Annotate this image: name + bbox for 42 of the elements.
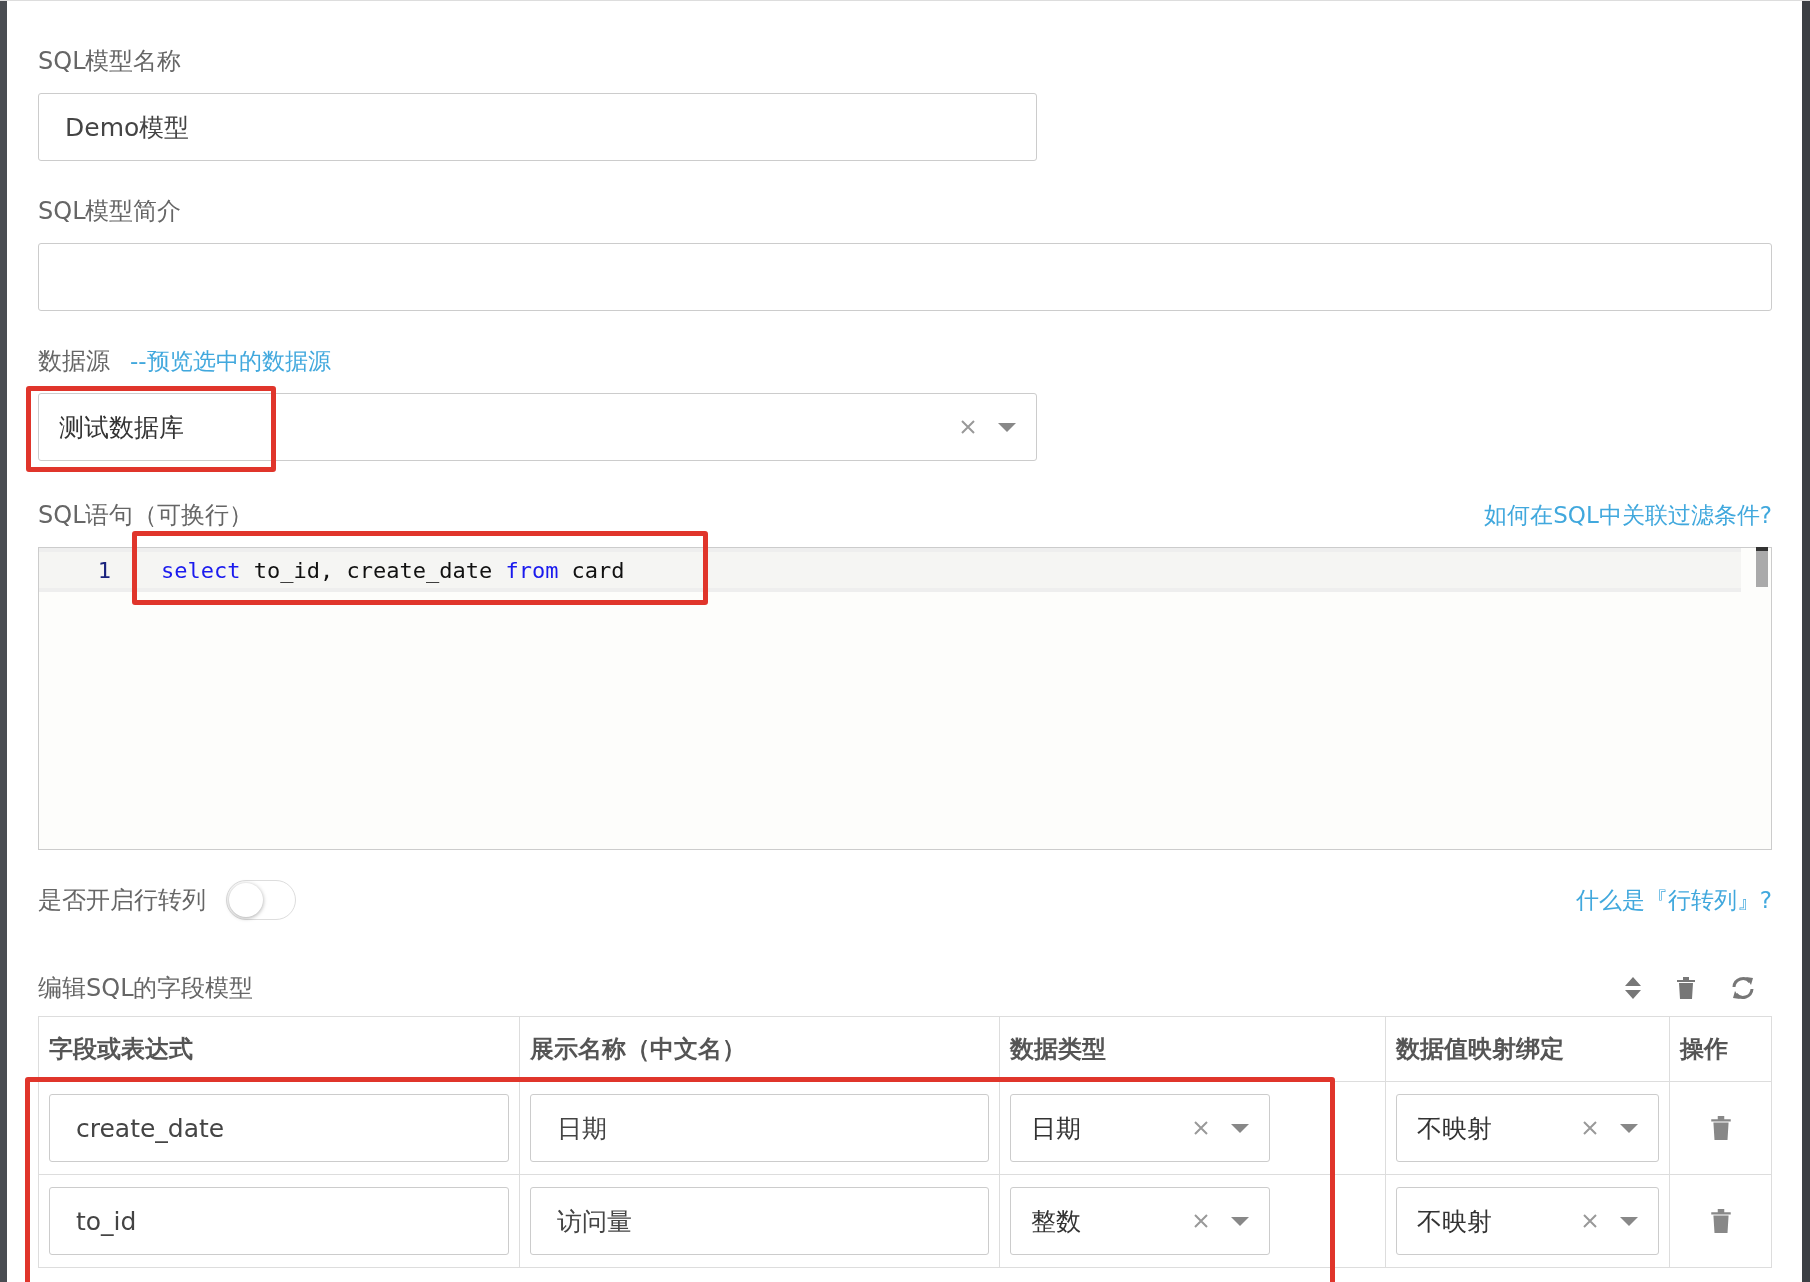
caret-icon[interactable] xyxy=(1231,1123,1249,1133)
field-label: SQL语句（可换行） xyxy=(38,500,254,531)
code-line: select to_id, create_date from card xyxy=(161,557,625,583)
toggle-switch[interactable] xyxy=(226,880,296,920)
select-field[interactable]: 不映射 xyxy=(1396,1094,1659,1162)
clear-icon[interactable] xyxy=(1582,1120,1598,1136)
column-header: 字段或表达式 xyxy=(48,1034,194,1065)
caret-icon[interactable] xyxy=(1231,1216,1249,1226)
column-header: 数据值映射绑定 xyxy=(1385,1017,1669,1081)
clear-icon[interactable] xyxy=(1582,1213,1598,1229)
column-header: 展示名称（中文名） xyxy=(519,1017,999,1081)
trash-icon[interactable] xyxy=(1709,1115,1732,1141)
input-field[interactable]: to_id xyxy=(49,1187,509,1255)
caret-icon[interactable] xyxy=(1620,1216,1638,1226)
select-field[interactable]: 整数 xyxy=(1010,1187,1270,1255)
refresh-icon[interactable] xyxy=(1730,975,1756,1001)
code-editor[interactable]: 1 select to_id, create_date from card xyxy=(38,547,1772,850)
toggle-label: 是否开启行转列 xyxy=(38,885,206,916)
select-field[interactable]: 不映射 xyxy=(1396,1187,1659,1255)
section-title: 编辑SQL的字段模型 xyxy=(38,973,254,1004)
input-field[interactable]: 访问量 xyxy=(530,1187,989,1255)
input-field[interactable]: create_date xyxy=(49,1094,509,1162)
trash-icon[interactable] xyxy=(1676,976,1696,1000)
clear-icon[interactable] xyxy=(1193,1213,1209,1229)
field-label: 数据源 xyxy=(38,346,110,377)
clear-icon[interactable] xyxy=(1193,1120,1209,1136)
scrollbar-thumb[interactable] xyxy=(1756,547,1768,587)
input-field[interactable]: 日期 xyxy=(530,1094,989,1162)
column-header: 操作 xyxy=(1669,1017,1771,1081)
line-number: 1 xyxy=(96,557,112,583)
input-field[interactable] xyxy=(38,243,1772,311)
field-label: SQL模型简介 xyxy=(38,196,183,227)
caret-icon[interactable] xyxy=(1620,1123,1638,1133)
trash-icon[interactable] xyxy=(1709,1208,1732,1234)
select-field[interactable]: 测试数据库 xyxy=(38,393,1037,461)
input-field[interactable]: Demo模型 xyxy=(38,93,1037,161)
select-field[interactable]: 日期 xyxy=(1010,1094,1270,1162)
caret-icon[interactable] xyxy=(998,422,1016,432)
clear-icon[interactable] xyxy=(960,419,976,435)
field-label: SQL模型名称 xyxy=(38,46,183,77)
column-header: 数据类型 xyxy=(999,1017,1385,1081)
sort-icon[interactable] xyxy=(1624,976,1642,1000)
